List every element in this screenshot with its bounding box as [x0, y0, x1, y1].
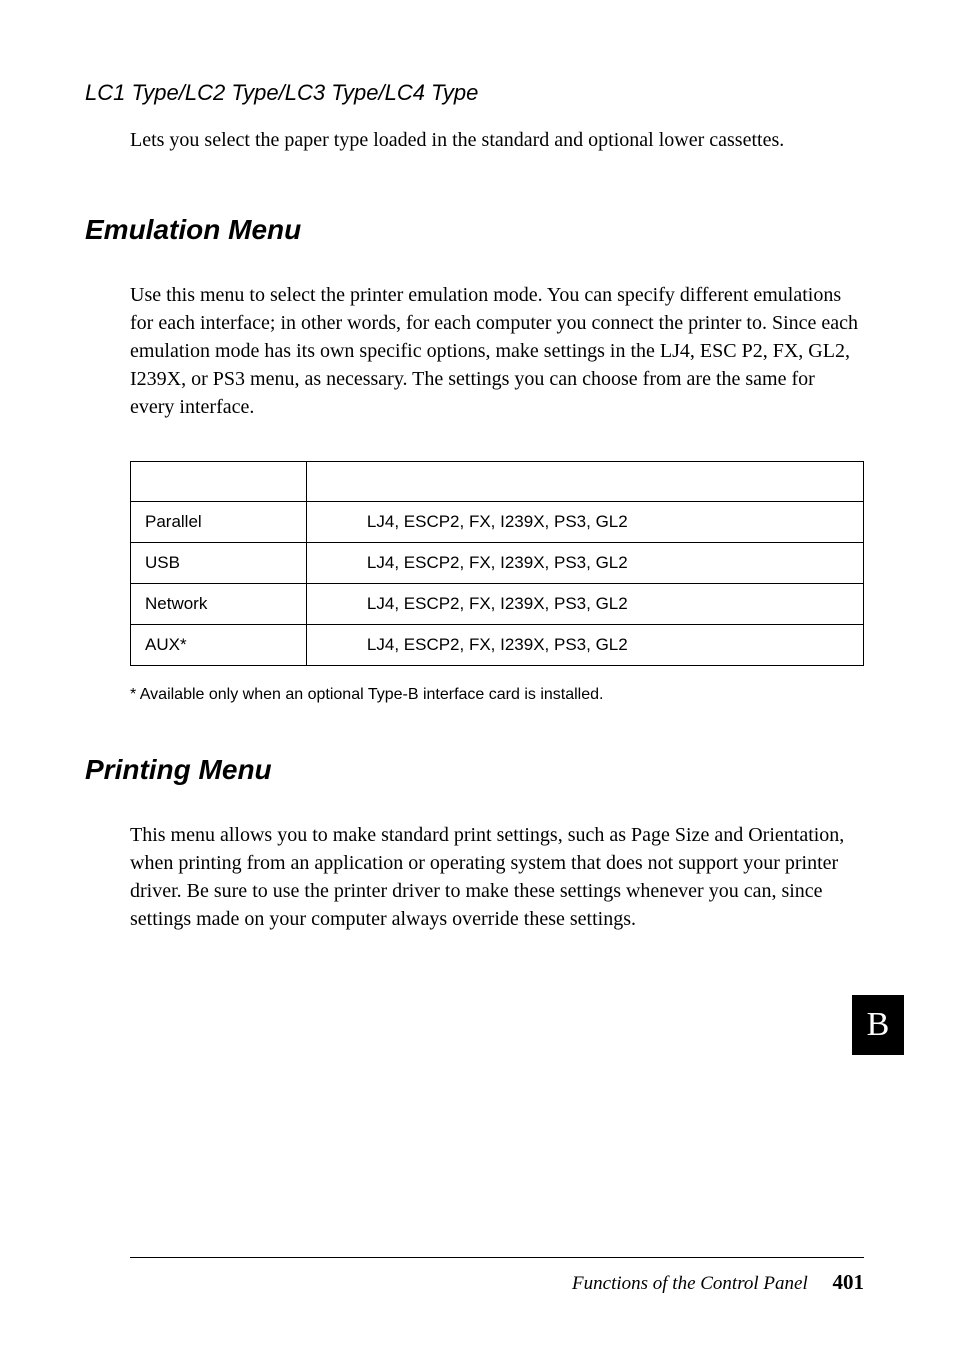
row-label: Network: [131, 584, 307, 625]
row-value: LJ4, ESCP2, FX, I239X, PS3, GL2: [306, 502, 863, 543]
printing-body: This menu allows you to make standard pr…: [130, 821, 864, 933]
printing-heading: Printing Menu: [85, 754, 864, 786]
row-value: LJ4, ESCP2, FX, I239X, PS3, GL2: [306, 625, 863, 666]
subsection-heading: LC1 Type/LC2 Type/LC3 Type/LC4 Type: [85, 80, 864, 106]
footnote: * Available only when an optional Type-B…: [130, 686, 864, 704]
row-label: Parallel: [131, 502, 307, 543]
table-row: Parallel LJ4, ESCP2, FX, I239X, PS3, GL2: [131, 502, 864, 543]
emulation-body: Use this menu to select the printer emul…: [130, 281, 864, 421]
page-footer: Functions of the Control Panel 401: [130, 1257, 864, 1295]
table-header-cell: [131, 462, 307, 502]
table-row: Network LJ4, ESCP2, FX, I239X, PS3, GL2: [131, 584, 864, 625]
table-header-row: [131, 462, 864, 502]
table-row: AUX* LJ4, ESCP2, FX, I239X, PS3, GL2: [131, 625, 864, 666]
emulation-heading: Emulation Menu: [85, 214, 864, 246]
subsection-body: Lets you select the paper type loaded in…: [130, 126, 864, 154]
emulation-table: Parallel LJ4, ESCP2, FX, I239X, PS3, GL2…: [130, 461, 864, 666]
row-value: LJ4, ESCP2, FX, I239X, PS3, GL2: [306, 543, 863, 584]
page-number: 401: [833, 1270, 865, 1294]
table-row: USB LJ4, ESCP2, FX, I239X, PS3, GL2: [131, 543, 864, 584]
section-tab: B: [852, 995, 904, 1055]
row-label: USB: [131, 543, 307, 584]
table-header-cell: [306, 462, 863, 502]
footer-title: Functions of the Control Panel: [572, 1273, 808, 1294]
row-value: LJ4, ESCP2, FX, I239X, PS3, GL2: [306, 584, 863, 625]
row-label: AUX*: [131, 625, 307, 666]
